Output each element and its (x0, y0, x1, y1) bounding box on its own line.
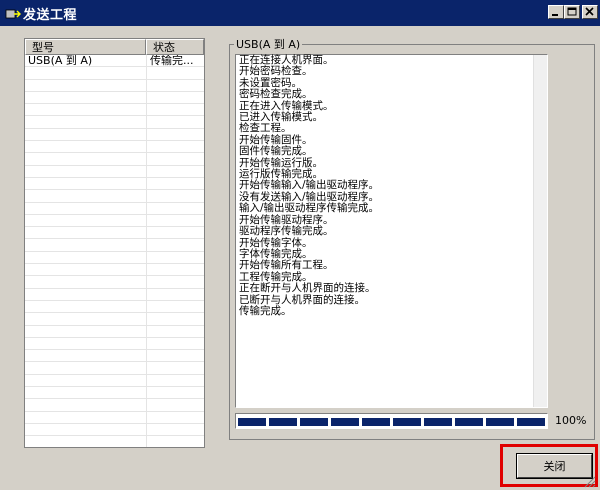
table-row[interactable] (25, 399, 204, 412)
progress-block (269, 418, 297, 426)
table-row[interactable] (25, 166, 204, 178)
cell-status: 传输完... (150, 55, 194, 67)
table-row[interactable] (25, 104, 204, 117)
group-title: USB(A 到 A) (234, 36, 303, 52)
progress-block (393, 418, 421, 426)
progress-block (486, 418, 514, 426)
table-row[interactable] (25, 227, 204, 240)
table-row[interactable] (25, 141, 204, 154)
table-row[interactable] (25, 387, 204, 400)
table-row[interactable] (25, 190, 204, 203)
window-title: 发送工程 (23, 8, 78, 23)
table-row[interactable] (25, 215, 204, 228)
maximize-button[interactable] (564, 5, 580, 19)
list-header: 型号 状态 (25, 39, 204, 55)
table-row[interactable] (25, 92, 204, 105)
table-row[interactable] (25, 129, 204, 142)
table-row[interactable] (25, 313, 204, 326)
table-row[interactable] (25, 289, 204, 301)
log-line: 开始传输所有工程。 (239, 259, 334, 272)
device-list[interactable]: 型号 状态 USB(A 到 A) 传输完... (24, 38, 205, 448)
progress-bar (235, 413, 548, 429)
table-row[interactable] (25, 412, 204, 424)
close-window-button[interactable] (582, 5, 598, 19)
log-text: 正在连接人机界面。 开始密码检查。 未设置密码。 密码检查完成。 正在进入传输模式。 已进… (239, 54, 380, 317)
close-icon (585, 7, 594, 16)
resize-grip-icon[interactable] (584, 476, 596, 488)
table-row[interactable] (25, 252, 204, 265)
log-line: 传输完成。 (239, 304, 292, 317)
log-scrollbar[interactable] (533, 55, 547, 407)
log-line: 密码检查完成。 (239, 88, 313, 101)
progress-block (362, 418, 390, 426)
progress-block (331, 418, 359, 426)
table-row[interactable] (25, 203, 204, 215)
log-line: 驱动程序传输完成。 (239, 225, 334, 238)
progress-block (455, 418, 483, 426)
table-row[interactable] (25, 350, 204, 363)
log-textarea[interactable]: 正在连接人机界面。 开始密码检查。 未设置密码。 密码检查完成。 正在进入传输模式。 已进… (235, 54, 548, 408)
table-row[interactable] (25, 424, 204, 437)
table-row[interactable] (25, 178, 204, 191)
progress-fill (238, 418, 545, 426)
app-icon (5, 6, 21, 20)
column-header-model[interactable]: 型号 (25, 39, 146, 55)
maximize-icon (567, 7, 577, 16)
progress-block (300, 418, 328, 426)
log-line: 正在断开与人机界面的连接。 (239, 282, 376, 295)
table-row[interactable] (25, 301, 204, 314)
log-line: 固件传输完成。 (239, 145, 313, 158)
table-row[interactable] (25, 80, 204, 92)
table-row[interactable]: USB(A 到 A) 传输完... (25, 55, 204, 68)
table-row[interactable] (25, 375, 204, 388)
minimize-button[interactable] (548, 5, 564, 19)
progress-percent: 100% (555, 414, 587, 427)
table-row[interactable] (25, 116, 204, 129)
column-header-status[interactable]: 状态 (146, 39, 204, 55)
minimize-icon (552, 14, 558, 16)
list-rows: USB(A 到 A) 传输完... (25, 55, 204, 447)
table-row[interactable] (25, 239, 204, 252)
log-line: 输入/输出驱动程序传输完成。 (239, 202, 380, 215)
close-button[interactable]: 关闭 (516, 453, 593, 479)
progress-block (517, 418, 545, 426)
table-row[interactable] (25, 326, 204, 338)
table-row[interactable] (25, 264, 204, 277)
progress-block (424, 418, 452, 426)
table-row[interactable] (25, 67, 204, 80)
progress-block (238, 418, 266, 426)
table-row[interactable] (25, 436, 204, 447)
table-row[interactable] (25, 153, 204, 166)
title-bar[interactable]: 发送工程 (0, 0, 600, 26)
cell-model: USB(A 到 A) (28, 55, 93, 67)
table-row[interactable] (25, 362, 204, 375)
table-row[interactable] (25, 276, 204, 289)
send-project-dialog: 发送工程 型号 状态 USB(A 到 A) 传输完... USB(A 到 A) 正… (0, 0, 600, 490)
table-row[interactable] (25, 338, 204, 351)
